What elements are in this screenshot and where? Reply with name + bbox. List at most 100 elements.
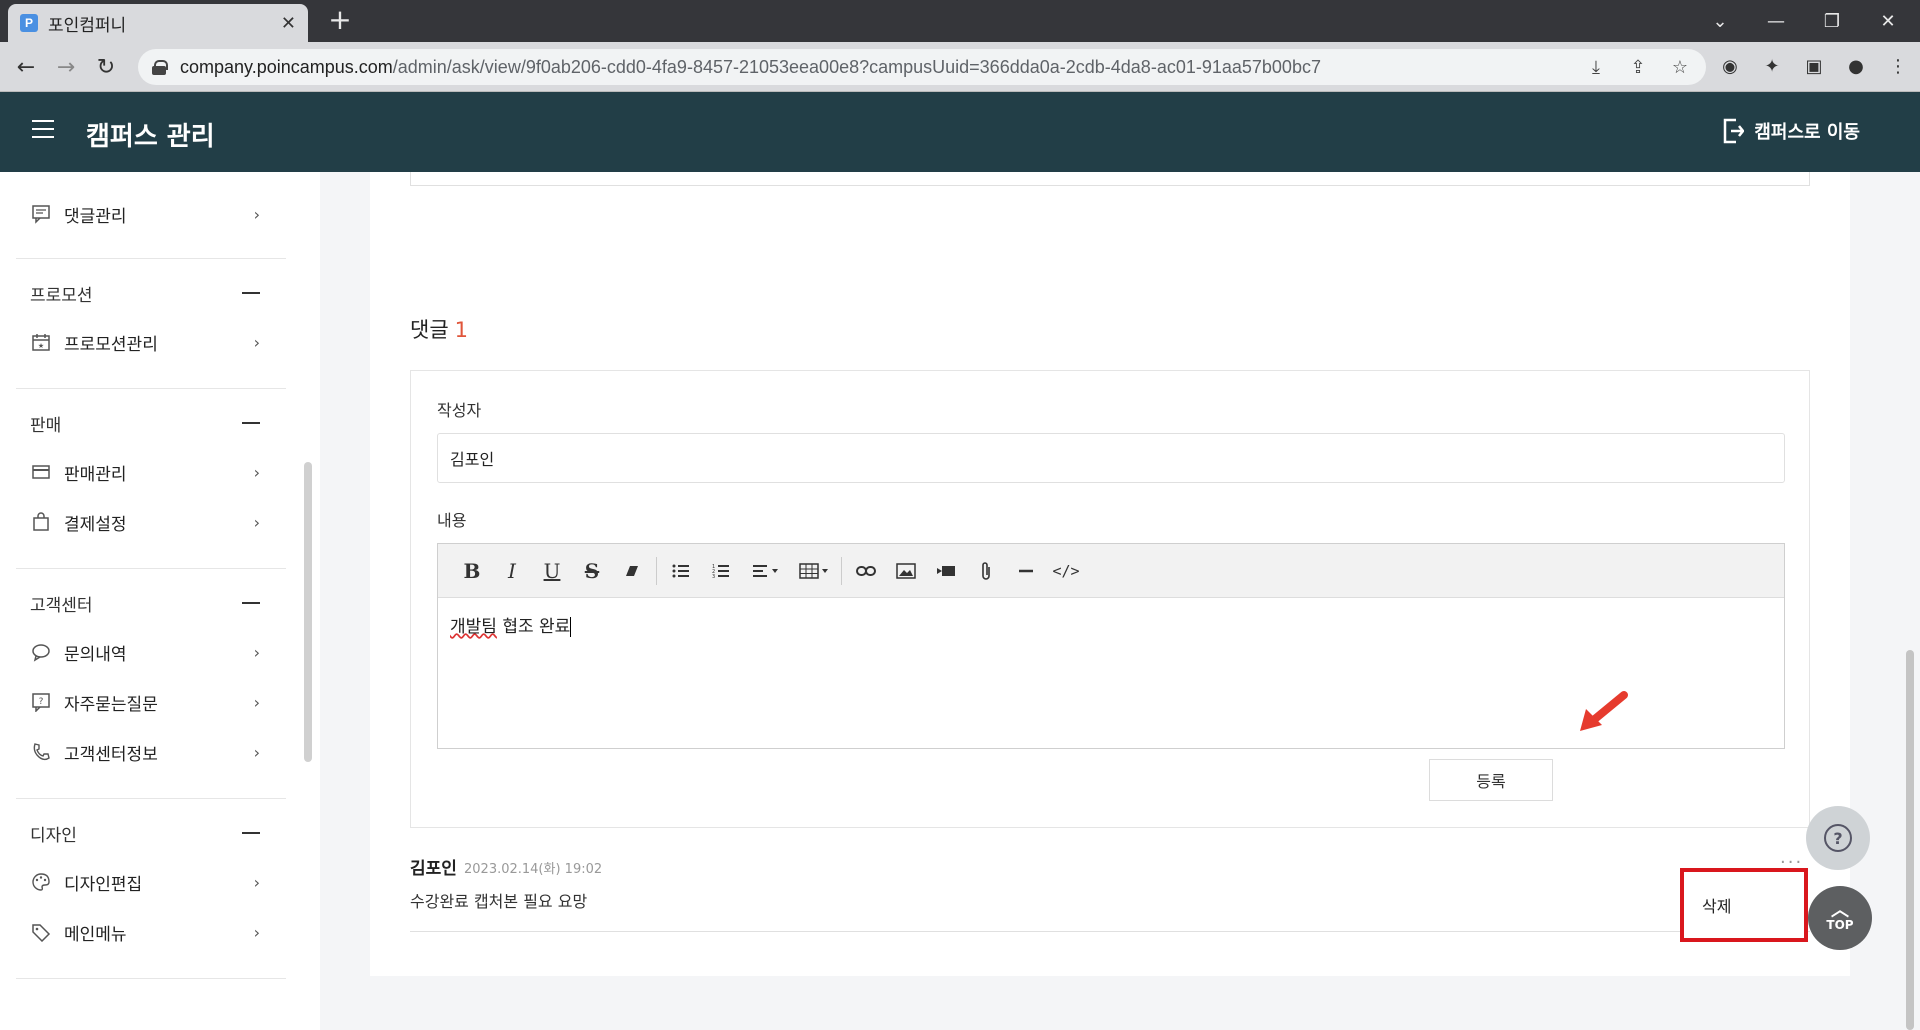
sidebar-item-payment-settings[interactable]: 결제설정 ›	[30, 502, 270, 542]
section-design-header[interactable]: 디자인	[30, 818, 270, 848]
extensions-puzzle-icon[interactable]: ✦	[1758, 51, 1786, 81]
delete-comment-menu-item[interactable]: 삭제	[1680, 868, 1808, 942]
sidebar-item-design-edit[interactable]: 디자인편집 ›	[30, 862, 270, 902]
browser-tabbar: P 포인컴퍼니 ✕ + ⌄ — ❐ ✕	[0, 0, 1920, 42]
link-icon[interactable]	[846, 555, 886, 587]
italic-icon[interactable]: I	[492, 555, 532, 587]
sidebar-item-faq[interactable]: ? 자주묻는질문 ›	[30, 682, 270, 722]
comment-author: 김포인	[410, 859, 457, 879]
sidebar-divider	[16, 568, 286, 569]
sidebar-item-inquiries[interactable]: 문의내역 ›	[30, 632, 270, 672]
chevron-right-icon: ›	[253, 922, 260, 942]
camera-extension-icon[interactable]: ◉	[1716, 51, 1744, 81]
exit-door-icon	[1724, 118, 1745, 144]
sidebar-item-comments[interactable]: 댓글관리 ›	[30, 194, 270, 234]
tab-title: 포인컴퍼니	[48, 15, 127, 36]
browser-tab[interactable]: P 포인컴퍼니 ✕	[8, 4, 308, 42]
svg-text:★: ★	[38, 342, 44, 350]
minimize-button[interactable]: —	[1748, 0, 1804, 42]
collapse-minus-icon[interactable]	[242, 292, 260, 294]
help-button[interactable]: ?	[1806, 806, 1870, 870]
video-icon[interactable]	[926, 555, 966, 587]
tab-search-icon[interactable]: ⌄	[1692, 0, 1748, 42]
calendar-star-icon: ★	[30, 331, 52, 353]
sidebar-divider	[16, 258, 286, 259]
install-icon[interactable]: ⤓	[1584, 55, 1608, 79]
previous-content-box	[410, 172, 1810, 186]
toolbar-separator	[841, 556, 842, 585]
side-panel-icon[interactable]: ▣	[1800, 51, 1828, 81]
sidebar-item-promotion-manage[interactable]: ★ 프로모션관리 ›	[30, 322, 270, 362]
editor-content-area[interactable]: 개발팀 협조 완료	[438, 598, 1784, 651]
close-window-button[interactable]: ✕	[1860, 0, 1916, 42]
goto-campus-button[interactable]: 캠퍼스로 이동	[1722, 118, 1860, 144]
sidebar-item-sales-manage[interactable]: 판매관리 ›	[30, 452, 270, 492]
sidebar-divider	[16, 798, 286, 799]
numbered-list-icon[interactable]: 123	[701, 555, 741, 587]
svg-text:3: 3	[712, 574, 715, 579]
comments-count: 1	[454, 318, 469, 342]
address-bar[interactable]: company.poincampus.com/admin/ask/view/9f…	[138, 49, 1706, 85]
image-icon[interactable]	[886, 555, 926, 587]
browser-menu-icon[interactable]: ⋮	[1884, 51, 1912, 81]
bookmark-star-icon[interactable]: ☆	[1668, 55, 1692, 79]
toolbar-separator	[656, 556, 657, 585]
svg-text:?: ?	[39, 697, 44, 707]
back-icon[interactable]: ←	[10, 51, 42, 83]
chevron-right-icon: ›	[253, 204, 260, 224]
menu-hamburger-icon[interactable]	[32, 120, 54, 142]
page-scrollbar[interactable]	[1906, 650, 1914, 1030]
reload-icon[interactable]: ↻	[90, 51, 122, 83]
chevron-right-icon: ›	[253, 642, 260, 662]
sidebar-divider	[16, 388, 286, 389]
sidebar-scrollbar[interactable]	[304, 462, 312, 762]
restore-button[interactable]: ❐	[1804, 0, 1860, 42]
chevron-right-icon: ›	[253, 872, 260, 892]
chat-bubble-icon	[30, 641, 52, 663]
align-dropdown-icon[interactable]	[741, 555, 791, 587]
red-arrow-annotation-icon	[1580, 691, 1628, 731]
close-tab-icon[interactable]: ✕	[281, 13, 296, 34]
browser-toolbar: ← → ↻ company.poincampus.com/admin/ask/v…	[0, 42, 1920, 92]
code-view-icon[interactable]: </>	[1046, 555, 1086, 587]
comments-heading: 댓글 1	[410, 318, 469, 342]
scroll-top-button[interactable]: ︿ TOP	[1808, 886, 1872, 950]
submit-comment-button[interactable]: 등록	[1429, 759, 1553, 801]
question-circle-icon: ?	[1824, 824, 1852, 852]
collapse-minus-icon[interactable]	[242, 602, 260, 604]
author-label: 작성자	[437, 401, 482, 420]
eraser-icon[interactable]	[612, 555, 652, 587]
underline-icon[interactable]: U	[532, 555, 572, 587]
horizontal-rule-icon[interactable]	[1006, 555, 1046, 587]
section-sales-header[interactable]: 판매	[30, 408, 270, 438]
share-icon[interactable]: ⇪	[1626, 55, 1650, 79]
profile-avatar-icon[interactable]: ●	[1842, 51, 1870, 81]
shopping-bag-icon	[30, 511, 52, 533]
question-box-icon: ?	[30, 691, 52, 713]
sidebar-divider	[16, 978, 286, 979]
strikethrough-icon[interactable]: S	[572, 555, 612, 587]
comment-icon	[30, 203, 52, 225]
collapse-minus-icon[interactable]	[242, 422, 260, 424]
chevron-right-icon: ›	[253, 332, 260, 352]
comment-entry: 김포인 2023.02.14(화) 19:02 수강완료 캡처본 필요 요망 ·…	[410, 842, 1810, 932]
bullet-list-icon[interactable]	[661, 555, 701, 587]
main-content-card: 댓글1 작성자 내용 B I U S 123	[370, 172, 1850, 976]
tag-icon	[30, 921, 52, 943]
comment-date: 2023.02.14(화) 19:02	[464, 862, 603, 877]
sidebar-item-main-menu[interactable]: 메인메뉴 ›	[30, 912, 270, 952]
section-customer-center-header[interactable]: 고객센터	[30, 588, 270, 618]
collapse-minus-icon[interactable]	[242, 832, 260, 834]
forward-icon[interactable]: →	[50, 51, 82, 83]
bold-icon[interactable]: B	[452, 555, 492, 587]
url-text: company.poincampus.com/admin/ask/view/9f…	[180, 56, 1321, 77]
attachment-clip-icon[interactable]	[966, 555, 1006, 587]
table-dropdown-icon[interactable]	[791, 555, 837, 587]
section-promotion-header[interactable]: 프로모션	[30, 278, 270, 308]
new-tab-button[interactable]: +	[325, 6, 355, 36]
chevron-right-icon: ›	[253, 692, 260, 712]
page-title: 캠퍼스 관리	[86, 122, 215, 152]
author-input[interactable]	[437, 433, 1785, 483]
comment-text: 수강완료 캡처본 필요 요망	[410, 892, 588, 911]
sidebar-item-cs-info[interactable]: 고객센터정보 ›	[30, 732, 270, 772]
